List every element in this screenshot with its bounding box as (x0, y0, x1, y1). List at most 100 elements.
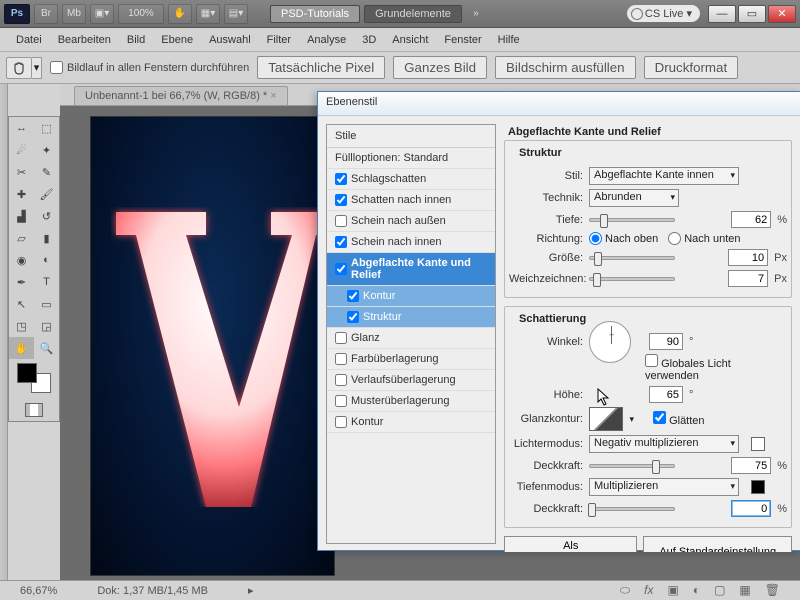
3d-tool-icon[interactable]: ◳ (9, 315, 34, 337)
brush-tool-icon[interactable]: 🖌 (34, 183, 59, 205)
menu-datei[interactable]: Datei (8, 31, 50, 49)
fg-swatch[interactable] (17, 363, 37, 383)
mask-status-icon[interactable]: ▣ (667, 583, 678, 598)
eyedropper-tool-icon[interactable]: ✎ (34, 161, 59, 183)
quickmask-icon[interactable] (9, 399, 59, 421)
trash-status-icon[interactable]: 🗑 (765, 583, 780, 598)
workspace-tab-grund[interactable]: Grundelemente (364, 5, 462, 23)
shadow-opacity-input[interactable] (731, 500, 771, 517)
highlight-opacity-slider[interactable] (589, 464, 675, 468)
style-kontur2[interactable]: Kontur (327, 412, 495, 433)
style-schlagschatten[interactable]: Schlagschatten (327, 169, 495, 190)
minibridge-icon[interactable]: Mb (62, 4, 86, 24)
history-brush-icon[interactable]: ↺ (34, 205, 59, 227)
link-status-icon[interactable]: ⬭ (620, 583, 630, 598)
blur-tool-icon[interactable]: ◉ (9, 249, 34, 271)
zoom-tool-icon[interactable]: 🔍 (34, 337, 59, 359)
new-status-icon[interactable]: ▦ (739, 583, 750, 598)
menu-bearbeiten[interactable]: Bearbeiten (50, 31, 119, 49)
menu-ebene[interactable]: Ebene (153, 31, 201, 49)
menu-auswahl[interactable]: Auswahl (201, 31, 259, 49)
shape-tool-icon[interactable]: ▭ (34, 293, 59, 315)
angle-input[interactable] (649, 333, 683, 350)
technique-dropdown[interactable]: Abrunden (589, 189, 679, 207)
shadow-color-swatch[interactable] (751, 480, 765, 494)
fill-screen-button[interactable]: Bildschirm ausfüllen (495, 56, 636, 79)
marquee-tool-icon[interactable]: ⬚ (34, 117, 59, 139)
color-swatches[interactable] (9, 359, 59, 399)
reset-default-button[interactable]: Auf Standardeinstellung zurücksetzen (643, 536, 792, 552)
style-glanz[interactable]: Glanz (327, 328, 495, 349)
altitude-input[interactable] (649, 386, 683, 403)
highlight-color-swatch[interactable] (751, 437, 765, 451)
actual-pixels-button[interactable]: Tatsächliche Pixel (257, 56, 385, 79)
menu-ansicht[interactable]: Ansicht (384, 31, 436, 49)
menu-fenster[interactable]: Fenster (436, 31, 489, 49)
document-tab[interactable]: Unbenannt-1 bei 66,7% (W, RGB/8) * × (74, 86, 288, 105)
angle-dial[interactable]: + (589, 321, 631, 363)
folder-status-icon[interactable]: ▢ (714, 583, 725, 598)
hand-icon[interactable]: ✋ (168, 4, 192, 24)
workspace-tab-psd[interactable]: PSD-Tutorials (270, 5, 360, 23)
depth-slider[interactable] (589, 218, 675, 222)
style-sub-kontur[interactable]: Kontur (327, 286, 495, 307)
status-zoom[interactable]: 66,67% (20, 585, 57, 597)
style-dropdown[interactable]: Abgeflachte Kante innen (589, 167, 739, 185)
gloss-contour-swatch[interactable] (589, 407, 623, 431)
arrange-icon[interactable]: ▦▾ (196, 4, 220, 24)
maximize-button[interactable]: ▭ (738, 5, 766, 23)
menu-3d[interactable]: 3D (354, 31, 384, 49)
fill-options-item[interactable]: Füllloptionen: Standard (327, 148, 495, 169)
eraser-tool-icon[interactable]: ▱ (9, 227, 34, 249)
scroll-all-windows-checkbox[interactable]: Bildlauf in allen Fenstern durchführen (50, 61, 249, 74)
size-slider[interactable] (589, 256, 675, 260)
dodge-tool-icon[interactable]: ◐ (34, 249, 59, 271)
styles-header[interactable]: Stile (327, 125, 495, 148)
gradient-tool-icon[interactable]: ▮ (34, 227, 59, 249)
style-farbe[interactable]: Farbüberlagerung (327, 349, 495, 370)
antialias-checkbox[interactable]: Glätten (653, 411, 705, 427)
style-bevel-emboss[interactable]: Abgeflachte Kante und Relief (327, 253, 495, 286)
menu-filter[interactable]: Filter (259, 31, 299, 49)
highlight-mode-dropdown[interactable]: Negativ multiplizieren (589, 435, 739, 453)
screen-mode-icon[interactable]: ▣▾ (90, 4, 114, 24)
style-schein-innen[interactable]: Schein nach innen (327, 232, 495, 253)
hand-tool-icon[interactable] (6, 57, 32, 79)
soften-input[interactable] (728, 270, 768, 287)
menu-hilfe[interactable]: Hilfe (490, 31, 528, 49)
zoom-level-icon[interactable]: 100% (118, 4, 164, 24)
pen-tool-icon[interactable]: ✒ (9, 271, 34, 293)
hand-tool-box-icon[interactable]: ✋ (9, 337, 34, 359)
heal-tool-icon[interactable]: ✚ (9, 183, 34, 205)
shadow-opacity-slider[interactable] (589, 507, 675, 511)
extras-icon[interactable]: ▤▾ (224, 4, 248, 24)
depth-input[interactable] (731, 211, 771, 228)
document-canvas[interactable] (90, 116, 335, 576)
wand-tool-icon[interactable]: ✦ (34, 139, 59, 161)
adj-status-icon[interactable]: ◐ (693, 583, 700, 598)
highlight-opacity-input[interactable] (731, 457, 771, 474)
fx-status-icon[interactable]: fx (644, 583, 653, 598)
minimize-button[interactable]: — (708, 5, 736, 23)
crop-tool-icon[interactable]: ✂ (9, 161, 34, 183)
make-default-button[interactable]: Als Standardeinstellung festlegen (504, 536, 637, 552)
type-tool-icon[interactable]: T (34, 271, 59, 293)
soften-slider[interactable] (589, 277, 675, 281)
style-sub-struktur[interactable]: Struktur (327, 307, 495, 328)
shadow-mode-dropdown[interactable]: Multiplizieren (589, 478, 739, 496)
style-muster[interactable]: Musterüberlagerung (327, 391, 495, 412)
bridge-icon[interactable]: Br (34, 4, 58, 24)
stamp-tool-icon[interactable]: ▟ (9, 205, 34, 227)
style-schatten-innen[interactable]: Schatten nach innen (327, 190, 495, 211)
size-input[interactable] (728, 249, 768, 266)
cs-live-button[interactable]: CS Live ▾ (627, 5, 700, 22)
camera-tool-icon[interactable]: ◲ (34, 315, 59, 337)
fit-screen-button[interactable]: Ganzes Bild (393, 56, 487, 79)
direction-down-radio[interactable]: Nach unten (668, 232, 740, 245)
print-size-button[interactable]: Druckformat (644, 56, 739, 79)
lasso-tool-icon[interactable]: ☄ (9, 139, 34, 161)
global-light-checkbox[interactable]: Globales Licht verwenden (645, 354, 787, 382)
direction-up-radio[interactable]: Nach oben (589, 232, 658, 245)
menu-analyse[interactable]: Analyse (299, 31, 354, 49)
style-verlauf[interactable]: Verlaufsüberlagerung (327, 370, 495, 391)
